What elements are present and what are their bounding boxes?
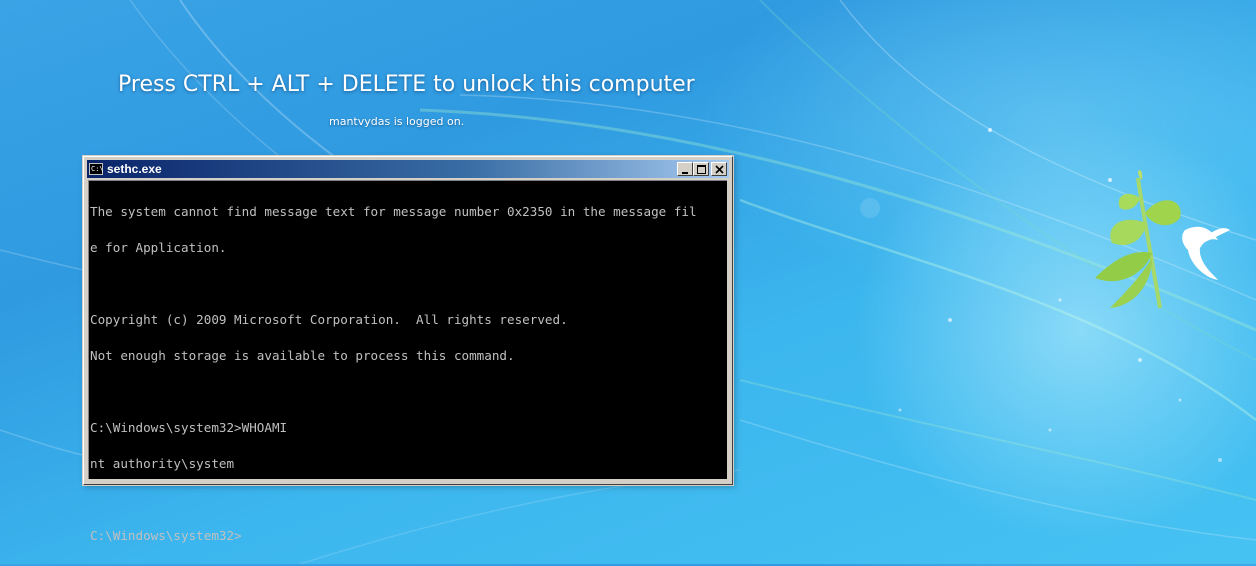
window-controls [677,162,727,176]
console-prompt-line: C:\Windows\system32> [90,528,242,543]
console-line: C:\Windows\system32>WHOAMI [90,420,288,435]
minimize-icon [682,172,688,174]
console-output-area[interactable]: The system cannot find message text for … [88,180,727,542]
minimize-button[interactable] [677,162,693,176]
console-line: Not enough storage is available to proce… [90,348,515,363]
window-title: sethc.exe [107,162,162,176]
console-window[interactable]: C:\ sethc.exe The system cannot find mes… [83,156,733,542]
window-titlebar[interactable]: C:\ sethc.exe [87,160,729,178]
unlock-instruction: Press CTRL + ALT + DELETE to unlock this… [118,72,695,97]
maximize-button[interactable] [693,162,709,176]
console-line: Copyright (c) 2009 Microsoft Corporation… [90,312,568,327]
maximize-icon [697,165,706,174]
close-icon [715,165,724,174]
console-line: e for Application. [90,240,227,255]
console-text: The system cannot find message text for … [90,182,727,566]
close-button[interactable] [711,162,727,176]
console-line: nt authority\system [90,456,235,471]
logged-on-user: mantvydas is logged on. [329,115,465,128]
cmd-prompt-icon[interactable]: C:\ [89,163,104,175]
windows-plant-logo [1090,168,1256,318]
console-line: The system cannot find message text for … [90,204,697,219]
